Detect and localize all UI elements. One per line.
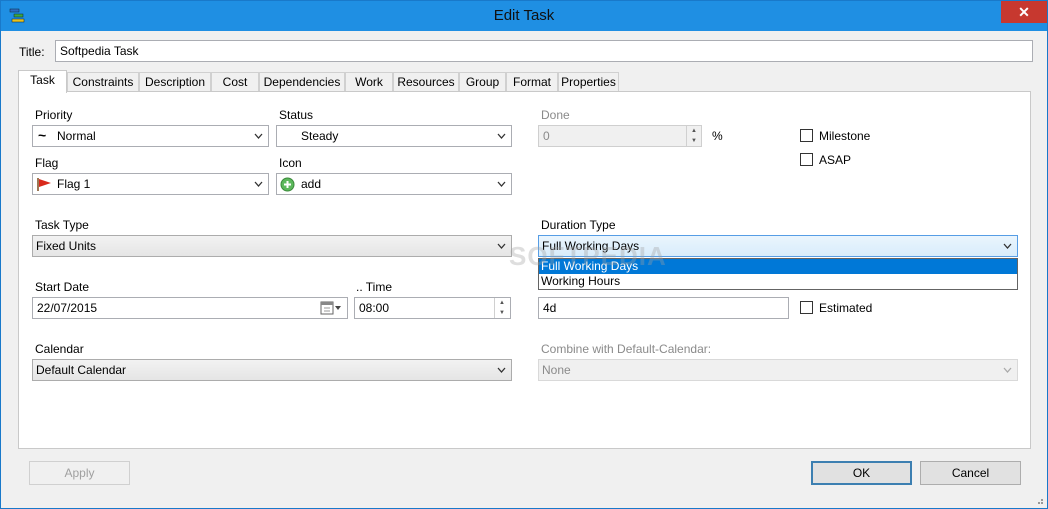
tab-task[interactable]: Task (18, 70, 67, 93)
tab-resources[interactable]: Resources (393, 72, 459, 92)
start-date-input[interactable]: 22/07/2015 (32, 297, 348, 319)
status-value: Steady (301, 129, 339, 143)
tab-work[interactable]: Work (345, 72, 393, 92)
priority-value: Normal (57, 129, 96, 143)
chevron-down-icon (1003, 367, 1012, 373)
done-spinner[interactable]: ▲ ▼ (686, 126, 701, 146)
task-type-value: Fixed Units (36, 239, 97, 253)
title-input[interactable]: Softpedia Task (55, 40, 1033, 62)
ok-button[interactable]: OK (811, 461, 912, 485)
priority-select[interactable]: ~ Normal (32, 125, 269, 147)
tilde-icon: ~ (38, 127, 47, 143)
chevron-down-icon (254, 181, 263, 187)
chevron-down-icon (254, 133, 263, 139)
tab-description[interactable]: Description (139, 72, 211, 92)
combine-calendar-label: Combine with Default-Calendar: (541, 342, 712, 356)
title-label: Title: (19, 45, 45, 59)
time-label: .. Time (356, 280, 393, 294)
duration-type-label: Duration Type (541, 218, 616, 232)
apply-button[interactable]: Apply (29, 461, 130, 485)
edit-task-window: Edit Task ✕ Title: Softpedia Task Task C… (0, 0, 1048, 509)
duration-type-value: Full Working Days (542, 239, 640, 253)
chevron-down-icon (1003, 243, 1012, 249)
spin-down-icon[interactable]: ▼ (687, 136, 701, 146)
dropdown-option-working-hours[interactable]: Working Hours (539, 274, 1017, 289)
combine-calendar-value: None (542, 363, 571, 377)
task-type-select[interactable]: Fixed Units (32, 235, 512, 257)
resize-grip-icon[interactable] (1034, 495, 1044, 505)
close-button[interactable]: ✕ (1001, 1, 1047, 23)
task-type-label: Task Type (35, 218, 89, 232)
estimated-checkbox[interactable] (800, 301, 813, 314)
done-input[interactable]: 0 (538, 125, 702, 147)
tab-properties[interactable]: Properties (558, 72, 619, 92)
calendar-value: Default Calendar (36, 363, 127, 377)
estimated-label: Estimated (819, 301, 873, 315)
spin-down-icon[interactable]: ▼ (495, 308, 509, 318)
priority-label: Priority (35, 108, 73, 122)
cancel-button[interactable]: Cancel (920, 461, 1021, 485)
duration-input[interactable]: 4d (538, 297, 789, 319)
milestone-label: Milestone (819, 129, 871, 143)
flag-select[interactable]: Flag 1 (32, 173, 269, 195)
dropdown-option-full-working-days[interactable]: Full Working Days (539, 259, 1017, 274)
done-unit: % (712, 129, 723, 143)
flag-label: Flag (35, 156, 59, 170)
chevron-down-icon (497, 181, 506, 187)
icon-select[interactable]: add (276, 173, 512, 195)
duration-type-dropdown-list: Full Working Days Working Hours (538, 258, 1018, 290)
close-icon: ✕ (1018, 4, 1030, 20)
spin-up-icon[interactable]: ▲ (495, 298, 509, 308)
icon-value: add (301, 177, 322, 191)
tab-group[interactable]: Group (459, 72, 506, 92)
duration-type-select[interactable]: Full Working Days (538, 235, 1018, 257)
time-input[interactable]: 08:00 (354, 297, 511, 319)
status-select[interactable]: Steady (276, 125, 512, 147)
spin-up-icon[interactable]: ▲ (687, 126, 701, 136)
asap-label: ASAP (819, 153, 852, 167)
red-flag-icon (37, 178, 51, 191)
window-title: Edit Task (493, 7, 555, 24)
chevron-down-icon (497, 367, 506, 373)
add-icon (280, 177, 295, 192)
title-bar[interactable]: Edit Task ✕ (1, 1, 1047, 31)
tab-format[interactable]: Format (506, 72, 558, 92)
flag-value: Flag 1 (57, 177, 91, 191)
calendar-select[interactable]: Default Calendar (32, 359, 512, 381)
tab-constraints[interactable]: Constraints (67, 72, 139, 92)
calendar-picker-icon[interactable] (320, 301, 344, 315)
combine-calendar-select[interactable]: None (538, 359, 1018, 381)
calendar-label: Calendar (35, 342, 84, 356)
tab-cost[interactable]: Cost (211, 72, 259, 92)
done-label: Done (541, 108, 570, 122)
milestone-checkbox[interactable] (800, 129, 813, 142)
time-spinner[interactable]: ▲ ▼ (494, 298, 509, 318)
chevron-down-icon (497, 133, 506, 139)
chevron-down-icon (497, 243, 506, 249)
icon-field-label: Icon (279, 156, 302, 170)
status-label: Status (279, 108, 314, 122)
start-date-label: Start Date (35, 280, 90, 294)
tab-dependencies[interactable]: Dependencies (259, 72, 345, 92)
asap-checkbox[interactable] (800, 153, 813, 166)
